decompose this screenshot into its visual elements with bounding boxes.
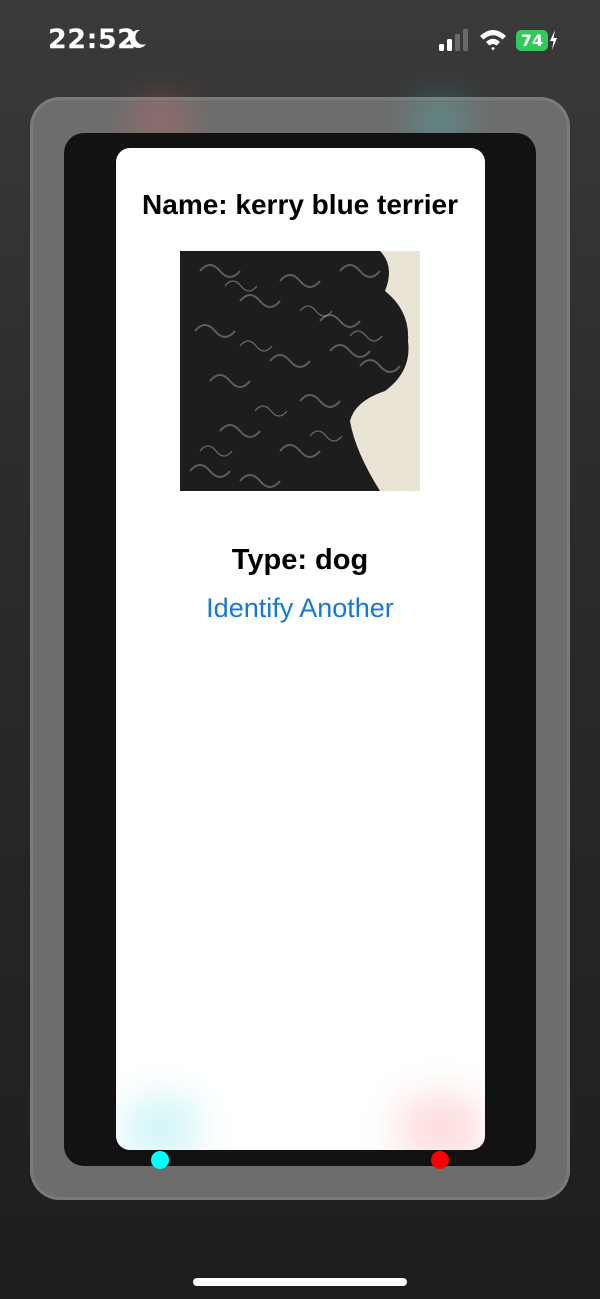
identify-another-button[interactable]: Identify Another [0,593,600,624]
wifi-icon [480,30,506,51]
status-time: 22:52 [48,24,137,55]
screen-glow [396,1093,485,1150]
screen-glow [121,1093,201,1150]
right-corner-indicator [431,1151,449,1169]
result-type: Type: dog [231,544,369,576]
cellular-signal-icon [439,29,468,51]
battery-indicator: 74 [516,27,557,53]
home-indicator[interactable] [193,1278,407,1286]
moon-icon [129,29,146,48]
left-corner-indicator [151,1151,169,1169]
dog-photo [180,251,420,491]
battery-percent: 74 [516,30,548,51]
charging-bolt-icon [550,30,557,50]
result-name: Name: kerry blue terrier [142,189,458,220]
